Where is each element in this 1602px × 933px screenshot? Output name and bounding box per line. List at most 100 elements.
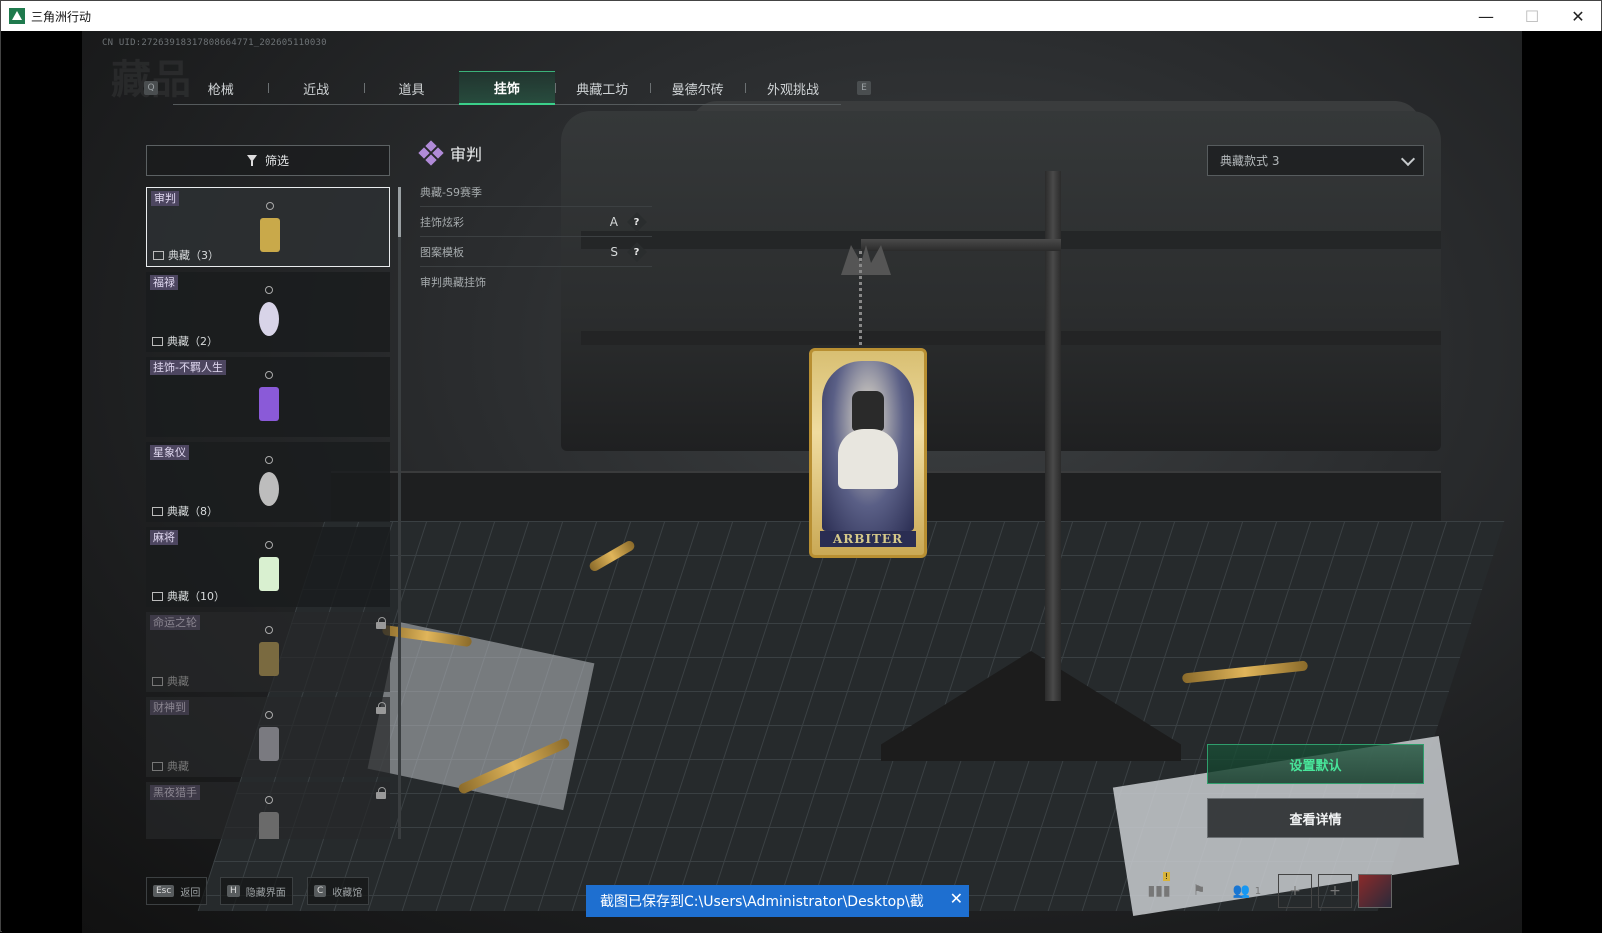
app-logo-icon (9, 8, 25, 24)
hint-label: 隐藏界面 (245, 887, 286, 899)
close-window-button[interactable]: ✕ (1555, 1, 1601, 31)
hint-label: 返回 (180, 887, 201, 899)
item-thumbnail (256, 456, 282, 508)
style-dropdown-value: 典藏款式 3 (1220, 154, 1280, 168)
title-bar: 三角洲行动 — ☐ ✕ (1, 1, 1601, 31)
item-thumbnail (256, 286, 282, 338)
attribute-label: 挂饰炫彩 (420, 215, 464, 229)
stand-arm (861, 239, 1061, 251)
item-thumbnail (256, 541, 282, 593)
maximize-button[interactable]: ☐ (1509, 1, 1555, 31)
notification-badge: ! (1162, 872, 1170, 881)
letterbox-right (1522, 31, 1602, 933)
gallery-icon (152, 761, 163, 771)
list-item[interactable]: 挂饰-不羁人生 (146, 357, 390, 437)
back-hint[interactable]: Esc 返回 (146, 877, 208, 905)
item-name: 星象仪 (150, 445, 189, 460)
help-glyph: ? (634, 216, 640, 227)
item-collection: 典藏 (152, 673, 189, 689)
item-thumbnail (256, 796, 282, 839)
charm-artwork (822, 361, 914, 531)
detail-attributes: 典藏-S9赛季 挂饰炫彩 A ? 图案模板 S ? 审判典藏挂饰 (420, 177, 652, 297)
list-item[interactable]: 星象仪 典藏（8） (146, 442, 390, 522)
user-uid: CN UID:27263918317808664771_202605110030 (102, 38, 327, 48)
filter-button[interactable]: 筛选 (146, 145, 390, 176)
help-icon[interactable]: ? (627, 211, 647, 232)
item-name: 财神到 (150, 700, 189, 715)
style-dropdown[interactable]: 典藏款式 3 (1207, 145, 1424, 176)
tab-prev-key[interactable]: Q (144, 81, 158, 95)
collection-count: 典藏 (167, 675, 189, 688)
gallery-icon (152, 336, 163, 346)
item-collection: 典藏（3） (153, 247, 219, 263)
help-icon[interactable]: ? (627, 241, 647, 262)
collection-count: 典藏（8） (167, 505, 218, 518)
detail-title: 审判 (450, 145, 483, 164)
list-item[interactable]: 审判 典藏（3） (146, 187, 390, 267)
list-item[interactable]: 福禄 典藏（2） (146, 272, 390, 352)
key-cap: Esc (153, 885, 175, 897)
tab-items[interactable]: 道具 (363, 71, 459, 105)
list-item[interactable]: 命运之轮 典藏 (146, 612, 390, 692)
gallery-icon (152, 591, 163, 601)
tab-next-key[interactable]: E (857, 81, 871, 95)
close-icon[interactable]: ✕ (950, 889, 963, 908)
charm-list: 审判 典藏（3） 福禄 典藏（2） 挂饰-不羁人生 星象仪 典藏（8） 麻将 典… (146, 187, 390, 839)
tab-appearance-challenge[interactable]: 外观挑战 (745, 71, 840, 105)
team-count: 1 (1254, 885, 1262, 897)
item-name: 命运之轮 (150, 615, 200, 630)
minimize-button[interactable]: — (1463, 1, 1509, 31)
key-cap: C (314, 885, 327, 897)
collection-count: 典藏（10） (167, 590, 225, 603)
item-thumbnail (256, 371, 282, 423)
tab-collection-workshop[interactable]: 典藏工坊 (554, 71, 650, 105)
attribute-grade: S (610, 244, 618, 259)
tab-mandel-brick[interactable]: 曼德尔砖 (649, 71, 745, 105)
gallery-icon (153, 250, 164, 260)
list-scrollbar[interactable] (398, 187, 401, 839)
list-item[interactable]: 麻将 典藏（10） (146, 527, 390, 607)
gallery-hint[interactable]: C 收藏馆 (307, 877, 370, 905)
attribute-row: 挂饰炫彩 A ? (420, 207, 652, 237)
add-slot-button[interactable]: + (1318, 874, 1352, 908)
charm-figure-body (838, 429, 898, 489)
detail-season: 典藏-S9赛季 (420, 177, 652, 207)
add-slot-button[interactable]: + (1278, 874, 1312, 908)
window-controls: — ☐ ✕ (1463, 1, 1601, 31)
item-thumbnail (257, 202, 283, 254)
lock-icon (376, 787, 386, 799)
item-collection: 典藏（8） (152, 503, 218, 519)
set-default-button[interactable]: 设置默认 (1207, 744, 1424, 784)
item-name: 福禄 (150, 275, 178, 290)
charm-label: ARBITER (820, 531, 916, 547)
case-ridge (581, 331, 1441, 345)
item-collection: 典藏（2） (152, 333, 218, 349)
list-item[interactable]: 财神到 典藏 (146, 697, 390, 777)
view-details-button[interactable]: 查看详情 (1207, 798, 1424, 838)
tab-charms[interactable]: 挂饰 (459, 71, 555, 105)
hide-ui-hint[interactable]: H 隐藏界面 (220, 877, 293, 905)
detail-description: 审判典藏挂饰 (420, 276, 486, 289)
charm-helmet (852, 391, 884, 431)
attribute-label: 图案模板 (420, 245, 464, 259)
filter-label: 筛选 (264, 154, 289, 168)
window-title: 三角洲行动 (31, 9, 92, 24)
team-icon[interactable]: 👥 1 (1222, 874, 1272, 908)
app-window: 三角洲行动 — ☐ ✕ ARBITER 藏品 CN UID:2726391831… (0, 0, 1602, 933)
collection-count: 典藏（2） (167, 335, 218, 348)
avatar[interactable] (1358, 874, 1392, 908)
tab-firearms[interactable]: 枪械 (173, 71, 268, 105)
rarity-diamond-icon (418, 140, 444, 166)
charm-preview[interactable]: ARBITER (809, 348, 927, 558)
stats-icon[interactable]: ▮▮▮! (1142, 872, 1176, 908)
tab-melee[interactable]: 近战 (268, 71, 363, 105)
scrollbar-thumb[interactable] (398, 187, 401, 237)
gallery-icon (152, 506, 163, 516)
list-item[interactable]: 黑夜猎手 (146, 782, 390, 839)
charm-chain (859, 251, 875, 351)
system-tray: ▮▮▮! ⚑ 👥 1 + + (1142, 872, 1392, 909)
flag-icon[interactable]: ⚑ (1182, 874, 1216, 908)
item-collection: 典藏（10） (152, 588, 225, 604)
item-thumbnail (256, 711, 282, 763)
gallery-icon (152, 676, 163, 686)
